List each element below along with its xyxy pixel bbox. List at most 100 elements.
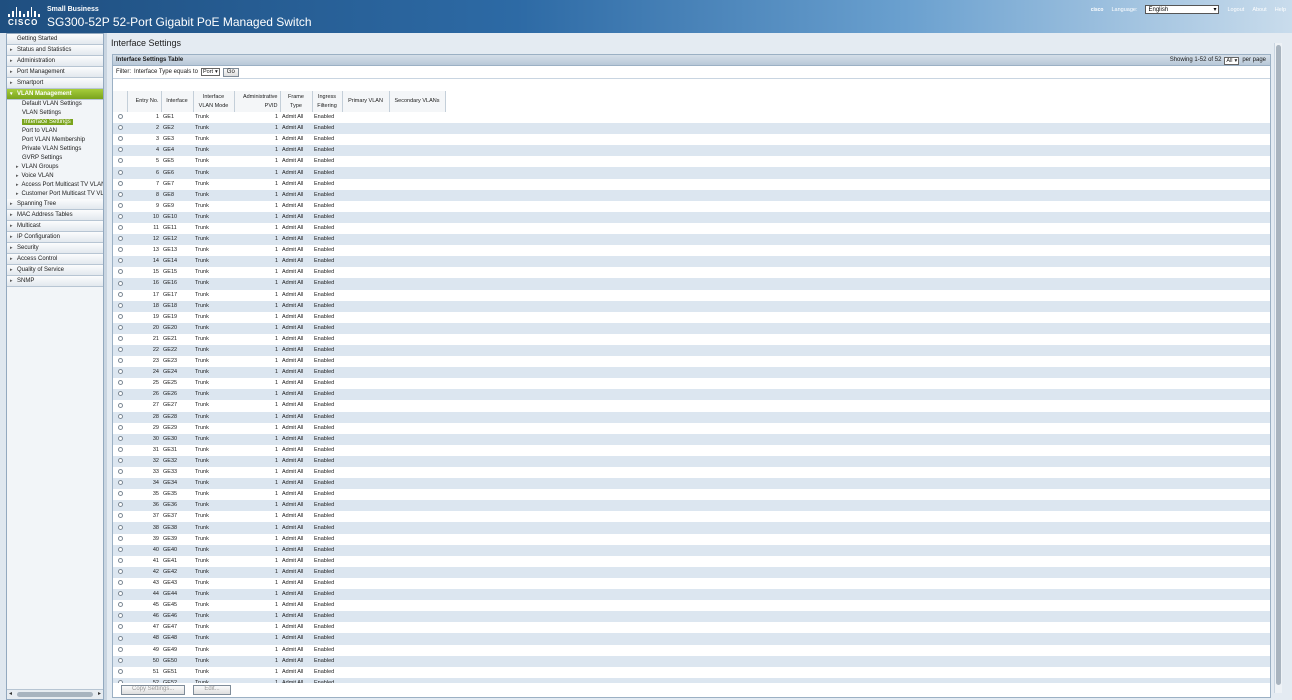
table-row[interactable]: 31 GE31 Trunk 1 Admit All Enabled [113, 444, 1270, 456]
scroll-left-icon[interactable]: ◂ [9, 690, 12, 697]
table-row[interactable]: 36 GE36 Trunk 1 Admit All Enabled [113, 500, 1270, 512]
about-link[interactable]: About [1252, 7, 1266, 13]
sidebar-subitem-default-vlan-settings[interactable]: Default VLAN Settings [7, 100, 103, 109]
sidebar-subitem-vlan-settings[interactable]: VLAN Settings [7, 109, 103, 118]
table-row[interactable]: 32 GE32 Trunk 1 Admit All Enabled [113, 455, 1270, 467]
sidebar-subitem-port-vlan-membership[interactable]: Port VLAN Membership [7, 136, 103, 145]
per-page-select[interactable]: All ▾ [1224, 56, 1240, 65]
row-select-radio[interactable] [117, 236, 123, 242]
row-select-radio[interactable] [117, 169, 123, 175]
table-row[interactable]: 22 GE22 Trunk 1 Admit All Enabled [113, 344, 1270, 357]
edit-button[interactable]: Edit... [193, 685, 231, 695]
table-row[interactable]: 49 GE49 Trunk 1 Admit All Enabled [113, 644, 1270, 656]
sidebar-item-snmp[interactable]: ▸ SNMP [7, 276, 103, 287]
row-select-radio[interactable] [117, 458, 123, 463]
sidebar-item-security[interactable]: ▸ Security [7, 243, 103, 254]
sidebar-item-quality-of-service[interactable]: ▸ Quality of Service [7, 265, 103, 276]
sidebar-subitem-port-to-vlan[interactable]: Port to VLAN [7, 127, 103, 136]
sidebar-subitem-interface-settings[interactable]: Interface Settings [7, 118, 103, 127]
table-row[interactable]: 33 GE33 Trunk 1 Admit All Enabled [113, 467, 1270, 479]
row-select-radio[interactable] [117, 380, 123, 386]
scroll-right-icon[interactable]: ▸ [98, 690, 101, 697]
row-select-radio[interactable] [117, 413, 123, 419]
row-select-radio[interactable] [117, 557, 123, 563]
table-row[interactable]: 12 GE12 Trunk 1 Admit All Enabled [113, 234, 1270, 246]
row-select-radio[interactable] [117, 513, 123, 519]
table-row[interactable]: 23 GE23 Trunk 1 Admit All Enabled [113, 356, 1270, 368]
row-select-radio[interactable] [117, 114, 123, 120]
table-row[interactable]: 5 GE5 Trunk 1 Admit All Enabled [113, 156, 1270, 168]
table-row[interactable]: 20 GE20 Trunk 1 Admit All Enabled [113, 322, 1270, 334]
table-row[interactable]: 3 GE3 Trunk 1 Admit All Enabled [113, 134, 1270, 146]
row-select-radio[interactable] [117, 424, 123, 430]
row-select-radio[interactable] [117, 480, 123, 486]
table-row[interactable]: 38 GE38 Trunk 1 Admit All Enabled [113, 522, 1270, 534]
row-select-radio[interactable] [117, 646, 123, 652]
table-row[interactable]: 45 GE45 Trunk 1 Admit All Enabled [113, 600, 1270, 612]
table-row[interactable]: 21 GE21 Trunk 1 Admit All Enabled [113, 333, 1270, 345]
row-select-radio[interactable] [117, 258, 123, 264]
row-select-radio[interactable] [117, 591, 123, 597]
row-select-radio[interactable] [117, 335, 123, 341]
row-select-radio[interactable] [117, 280, 123, 286]
row-select-radio[interactable] [117, 136, 123, 142]
row-select-radio[interactable] [117, 568, 123, 574]
sidebar-item-spanning-tree[interactable]: ▸ Spanning Tree [7, 199, 103, 210]
table-row[interactable]: 35 GE35 Trunk 1 Admit All Enabled [113, 489, 1270, 501]
table-row[interactable]: 6 GE6 Trunk 1 Admit All Enabled [113, 167, 1270, 179]
go-button[interactable]: Go [222, 67, 239, 77]
table-row[interactable]: 47 GE47 Trunk 1 Admit All Enabled [113, 622, 1270, 634]
sidebar-item-multicast[interactable]: ▸ Multicast [7, 221, 103, 232]
table-row[interactable]: 52 GE52 Trunk 1 Admit All Enabled [113, 677, 1270, 683]
table-row[interactable]: 16 GE16 Trunk 1 Admit All Enabled [113, 278, 1270, 290]
row-select-radio[interactable] [117, 125, 123, 131]
sidebar-subitem-gvrp-settings[interactable]: GVRP Settings [7, 154, 103, 163]
scrollbar-thumb[interactable] [17, 692, 93, 697]
table-row[interactable]: 13 GE13 Trunk 1 Admit All Enabled [113, 245, 1270, 257]
table-row[interactable]: 29 GE29 Trunk 1 Admit All Enabled [113, 422, 1270, 434]
table-row[interactable]: 8 GE8 Trunk 1 Admit All Enabled [113, 189, 1270, 201]
table-row[interactable]: 7 GE7 Trunk 1 Admit All Enabled [113, 178, 1270, 190]
row-select-radio[interactable] [117, 491, 123, 497]
row-select-radio[interactable] [117, 502, 123, 508]
table-row[interactable]: 34 GE34 Trunk 1 Admit All Enabled [113, 478, 1270, 490]
table-row[interactable]: 30 GE30 Trunk 1 Admit All Enabled [113, 433, 1270, 445]
interface-type-select[interactable]: Port ▾ [200, 68, 220, 76]
table-row[interactable]: 11 GE11 Trunk 1 Admit All Enabled [113, 222, 1270, 235]
table-row[interactable]: 48 GE48 Trunk 1 Admit All Enabled [113, 633, 1270, 645]
row-select-radio[interactable] [117, 402, 123, 408]
sidebar-item-smartport[interactable]: ▸ Smartport [7, 78, 103, 89]
sidebar-horizontal-scrollbar[interactable]: ◂ ▸ [7, 689, 103, 699]
row-select-radio[interactable] [117, 524, 123, 530]
row-select-radio[interactable] [117, 435, 123, 441]
row-select-radio[interactable] [117, 269, 123, 275]
sidebar-subgroup-voice-vlan[interactable]: ▸ Voice VLAN [7, 172, 103, 181]
row-select-radio[interactable] [117, 202, 123, 208]
row-select-radio[interactable] [117, 324, 123, 330]
table-row[interactable]: 51 GE51 Trunk 1 Admit All Enabled [113, 666, 1270, 678]
row-select-radio[interactable] [117, 225, 123, 231]
table-row[interactable]: 17 GE17 Trunk 1 Admit All Enabled [113, 289, 1270, 301]
table-row[interactable]: 14 GE14 Trunk 1 Admit All Enabled [113, 256, 1270, 268]
sidebar-subgroup-vlan-groups[interactable]: ▸ VLAN Groups [7, 163, 103, 172]
row-select-radio[interactable] [117, 302, 123, 308]
table-row[interactable]: 44 GE44 Trunk 1 Admit All Enabled [113, 589, 1270, 601]
table-row[interactable]: 9 GE9 Trunk 1 Admit All Enabled [113, 200, 1270, 212]
row-select-radio[interactable] [117, 369, 123, 375]
row-select-radio[interactable] [117, 391, 123, 397]
row-select-radio[interactable] [117, 191, 123, 197]
row-select-radio[interactable] [117, 624, 123, 630]
sidebar-item-access-control[interactable]: ▸ Access Control [7, 254, 103, 265]
sidebar-subgroup-customer-port-multicast-tv-vlan[interactable]: ▸ Customer Port Multicast TV VLAN [7, 190, 103, 199]
row-select-radio[interactable] [117, 313, 123, 319]
table-row[interactable]: 25 GE25 Trunk 1 Admit All Enabled [113, 378, 1270, 390]
row-select-radio[interactable] [117, 291, 123, 297]
row-select-radio[interactable] [117, 602, 123, 608]
row-select-radio[interactable] [117, 469, 123, 475]
table-row[interactable]: 4 GE4 Trunk 1 Admit All Enabled [113, 145, 1270, 157]
table-row[interactable]: 1 GE1 Trunk 1 Admit All Enabled [113, 112, 1270, 124]
table-row[interactable]: 2 GE2 Trunk 1 Admit All Enabled [113, 123, 1270, 135]
row-select-radio[interactable] [117, 657, 123, 663]
row-select-radio[interactable] [117, 580, 123, 586]
table-row[interactable]: 42 GE42 Trunk 1 Admit All Enabled [113, 566, 1270, 578]
